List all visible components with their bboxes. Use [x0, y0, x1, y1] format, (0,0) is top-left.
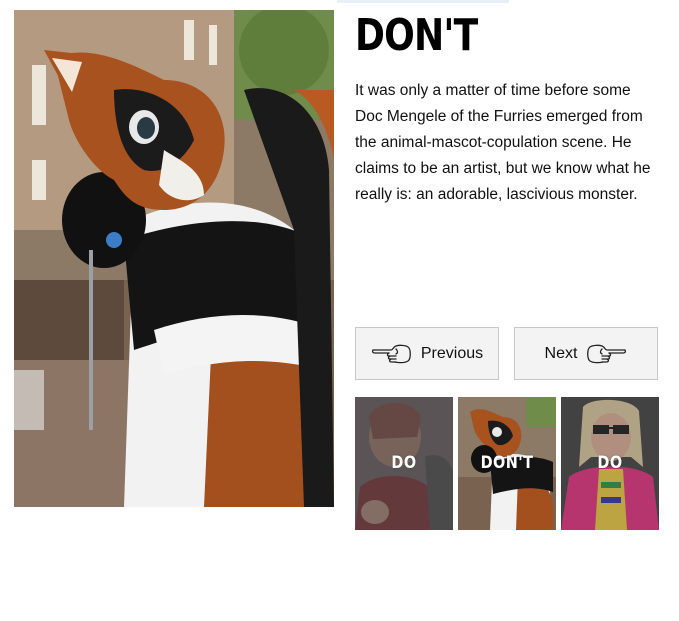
description-text: It was only a matter of time before some…: [355, 82, 651, 203]
thumbnail-label: DO: [597, 453, 623, 473]
next-button[interactable]: Next: [514, 327, 658, 380]
thumbnail-dont[interactable]: DON'T: [458, 397, 556, 530]
previous-button[interactable]: Previous: [355, 327, 499, 380]
next-label: Next: [544, 344, 578, 362]
verdict-title: DON'T: [355, 10, 478, 61]
thumbnail-label: DO: [391, 453, 417, 473]
pointing-hand-left-icon: [371, 341, 413, 367]
thumbnail-do-1[interactable]: DO: [355, 397, 453, 530]
main-photo: [14, 10, 334, 507]
top-divider: [337, 0, 509, 3]
thumbnail-do-2[interactable]: DO: [561, 397, 659, 530]
previous-label: Previous: [420, 344, 484, 362]
pointing-hand-right-icon: [585, 341, 627, 367]
thumbnail-label: DON'T: [480, 453, 534, 473]
